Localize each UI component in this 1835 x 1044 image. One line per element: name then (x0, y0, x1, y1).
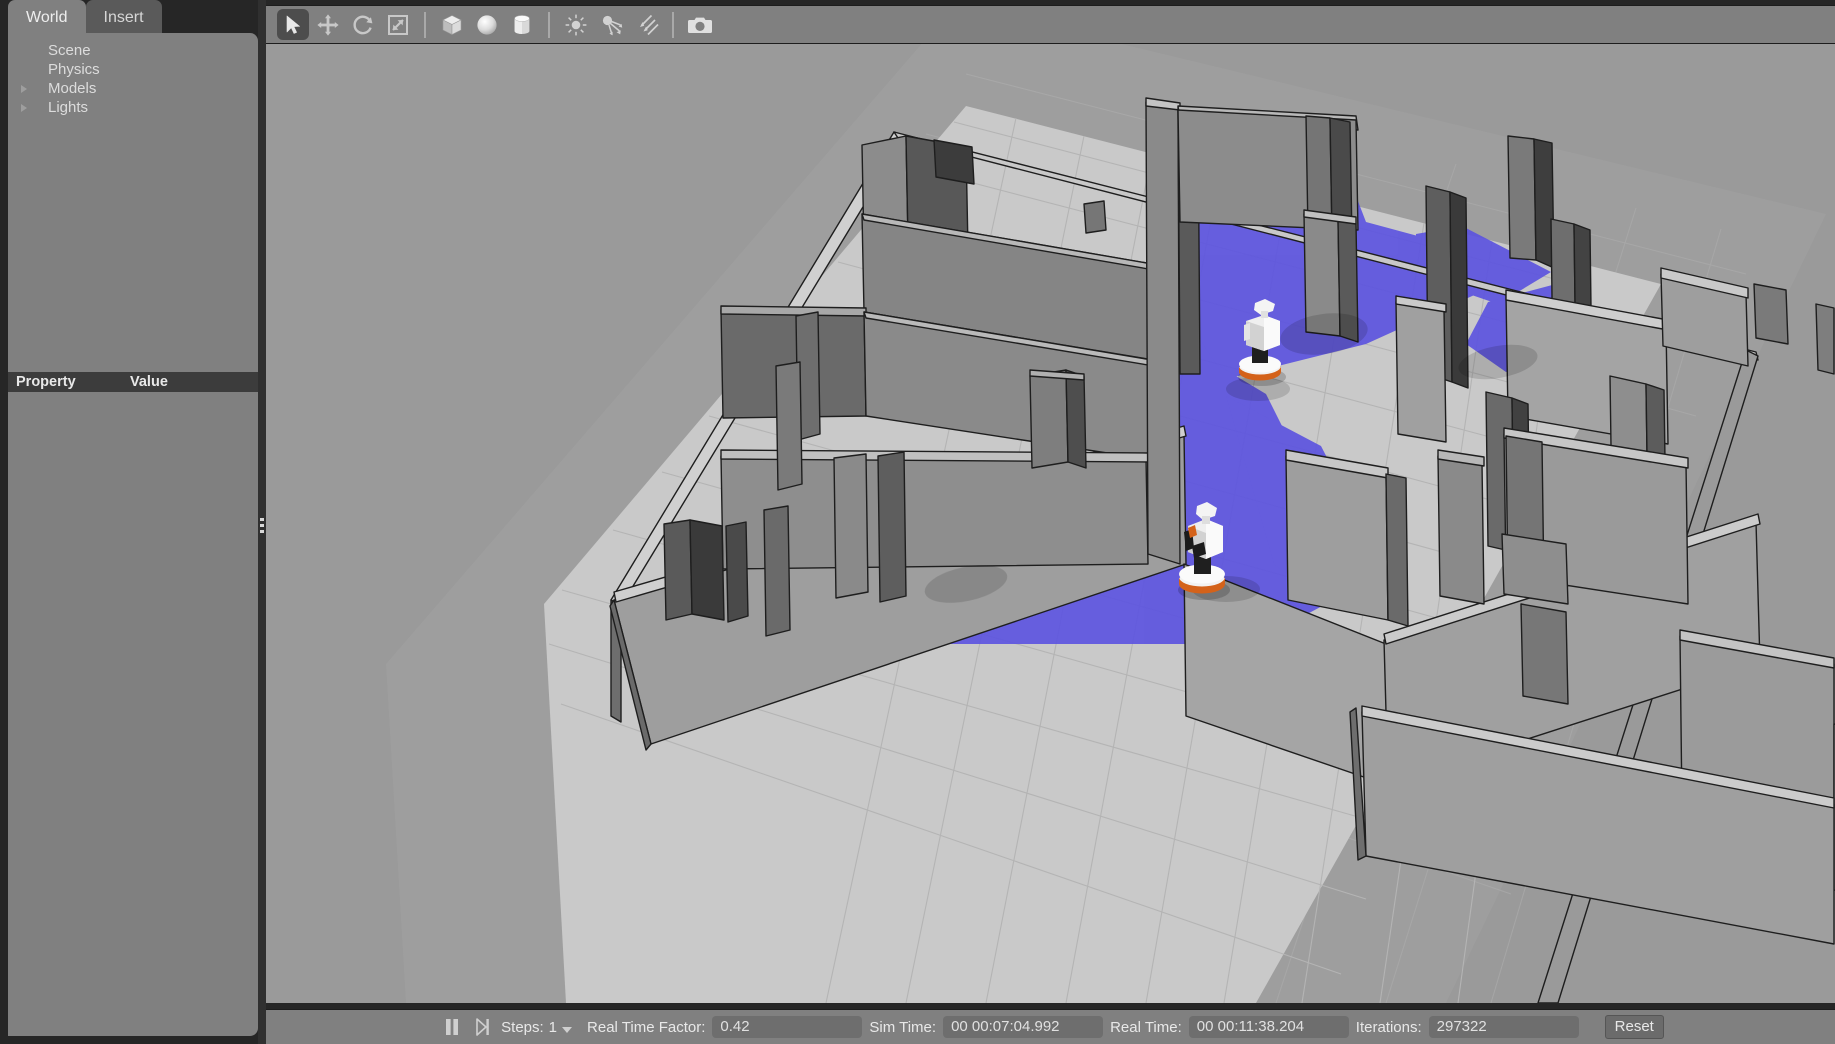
toolbar-separator (548, 11, 550, 38)
sim-time-label: Sim Time: (869, 1018, 937, 1036)
simulation-status-bar: Steps: 1 Real Time Factor: 0.42 Sim Time… (266, 1009, 1835, 1044)
main-area: Steps: 1 Real Time Factor: 0.42 Sim Time… (266, 0, 1835, 1044)
tree-item-lights[interactable]: Lights (8, 98, 258, 117)
cursor-arrow-icon (286, 15, 300, 34)
sphere-icon (477, 14, 497, 35)
wall-central-divider (1145, 101, 1181, 565)
world-tree: Scene Physics Models Lights (8, 33, 258, 378)
insert-sphere-button[interactable] (471, 9, 503, 40)
rotate-icon (353, 15, 373, 34)
tab-world-label: World (26, 8, 68, 26)
iterations-value: 297322 (1428, 1016, 1579, 1038)
property-table-body[interactable] (8, 392, 258, 1036)
translate-mode-button[interactable] (312, 9, 344, 40)
camera-icon (688, 17, 712, 33)
rotate-mode-button[interactable] (347, 9, 379, 40)
sim-time-field: Sim Time: 00 00:07:04.992 (862, 1016, 1104, 1038)
insert-cylinder-button[interactable] (506, 9, 538, 40)
spot-light-icon (602, 15, 623, 35)
tree-item-models-label: Models (48, 80, 97, 97)
real-time-factor-value: 0.42 (712, 1016, 863, 1038)
toolbar-separator (672, 11, 674, 38)
insert-directional-light-button[interactable] (630, 9, 662, 40)
scene-toolbar (266, 5, 1835, 44)
screenshot-button[interactable] (684, 9, 716, 40)
3d-render-view[interactable] (266, 44, 1835, 1003)
main-vertical-splitter[interactable] (258, 0, 266, 1044)
tab-insert[interactable]: Insert (85, 0, 162, 35)
insert-point-light-button[interactable] (560, 9, 592, 40)
sim-time-value: 00 00:07:04.992 (943, 1016, 1104, 1038)
directional-light-icon (640, 14, 659, 35)
world-insert-tab-bar: World Insert (8, 0, 258, 35)
gazebo-window: World Insert Scene Physics Models Lights (0, 0, 1835, 1044)
tab-insert-label: Insert (103, 8, 144, 26)
real-time-value: 00 00:11:38.204 (1188, 1016, 1349, 1038)
point-light-icon (565, 14, 587, 35)
step-forward-icon (476, 1018, 489, 1036)
tree-item-scene-label: Scene (48, 42, 91, 59)
move-arrows-icon (317, 13, 339, 36)
left-panel: World Insert Scene Physics Models Lights (0, 0, 258, 1044)
cylinder-icon (514, 14, 530, 34)
tree-item-physics[interactable]: Physics (8, 60, 258, 79)
select-mode-button[interactable] (277, 9, 309, 40)
steps-control[interactable]: Steps: 1 (497, 1019, 580, 1036)
iterations-label: Iterations: (1355, 1018, 1422, 1036)
steps-value: 1 (548, 1018, 558, 1036)
insert-spot-light-button[interactable] (595, 9, 627, 40)
pause-icon (446, 1019, 459, 1035)
tree-item-physics-label: Physics (48, 61, 100, 78)
real-time-factor-field: Real Time Factor: 0.42 (580, 1016, 863, 1038)
value-column-header: Value (130, 374, 168, 390)
iterations-field: Iterations: 297322 (1349, 1016, 1579, 1038)
step-button[interactable] (467, 1014, 497, 1040)
real-time-label: Real Time: (1110, 1018, 1182, 1036)
tree-item-scene[interactable]: Scene (8, 41, 258, 60)
tree-item-lights-label: Lights (48, 99, 89, 116)
splitter-grip-icon (260, 518, 264, 534)
steps-label: Steps: (501, 1018, 544, 1036)
chevron-down-icon[interactable] (562, 1026, 573, 1033)
insert-box-button[interactable] (436, 9, 468, 40)
tree-item-models[interactable]: Models (8, 79, 258, 98)
tab-world[interactable]: World (8, 0, 86, 35)
scale-icon (388, 14, 408, 35)
toolbar-separator (424, 11, 426, 38)
chevron-right-icon[interactable] (18, 101, 32, 115)
scale-mode-button[interactable] (382, 9, 414, 40)
box-icon (442, 14, 462, 35)
property-column-header: Property (16, 374, 76, 390)
chevron-right-icon[interactable] (18, 82, 32, 96)
real-time-field: Real Time: 00 00:11:38.204 (1103, 1016, 1349, 1038)
tree-expander-scene (18, 44, 32, 58)
robot-arm (1244, 323, 1250, 341)
real-time-factor-label: Real Time Factor: (587, 1018, 706, 1036)
gazebo-scene-render (266, 44, 1835, 1003)
property-table-header: Property Value (8, 372, 258, 392)
reset-button[interactable]: Reset (1604, 1015, 1664, 1039)
tree-expander-physics (18, 63, 32, 77)
pause-button[interactable] (437, 1014, 467, 1040)
